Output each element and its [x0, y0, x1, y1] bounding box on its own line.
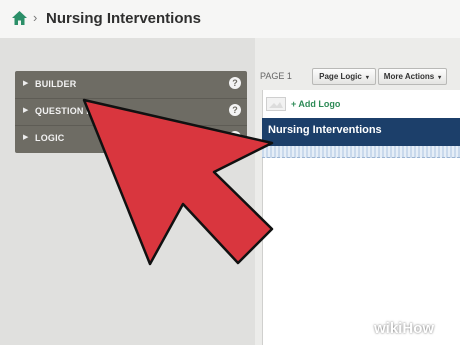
watermark-how: How — [402, 320, 435, 337]
watermark: wikiHow — [374, 320, 434, 337]
red-pointer-arrow-icon — [82, 98, 274, 266]
watermark-wiki: wiki — [374, 320, 403, 337]
